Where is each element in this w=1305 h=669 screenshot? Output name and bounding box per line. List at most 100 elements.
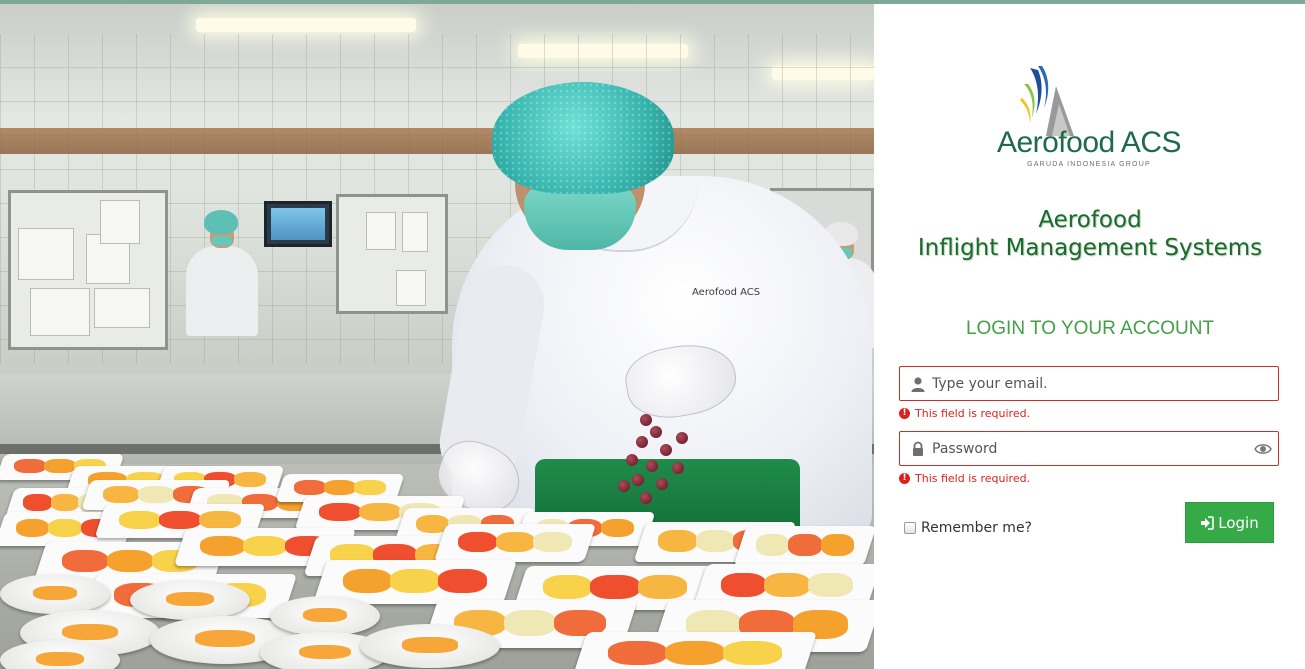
fruit-slice bbox=[234, 471, 266, 487]
remember-me-label: Remember me? bbox=[921, 520, 1032, 536]
fruit-slice bbox=[102, 486, 140, 503]
password-field-wrapper bbox=[899, 431, 1279, 466]
ceiling-lamp bbox=[196, 18, 416, 32]
fruit-slice bbox=[359, 502, 401, 522]
password-error-text: This field is required. bbox=[915, 472, 1031, 485]
grape bbox=[626, 454, 638, 466]
fruit-slice bbox=[199, 510, 241, 530]
sign-in-icon bbox=[1201, 515, 1215, 530]
exclamation-circle-icon: ! bbox=[899, 408, 910, 419]
fruit-slice bbox=[14, 459, 46, 474]
fruit-slice bbox=[665, 640, 725, 665]
fruit-slice bbox=[61, 550, 109, 572]
fruit-slice bbox=[495, 531, 535, 553]
login-heading: LOGIN TO YOUR ACCOUNT bbox=[965, 318, 1215, 339]
login-button[interactable]: Login bbox=[1185, 502, 1274, 543]
email-field-wrapper bbox=[899, 366, 1279, 401]
notice-paper bbox=[100, 200, 140, 244]
fruit-slice bbox=[720, 572, 767, 597]
fruit-slice bbox=[342, 568, 393, 593]
grape bbox=[632, 474, 644, 486]
chef-face-mask bbox=[524, 186, 636, 250]
notice-paper bbox=[396, 270, 426, 306]
brand-group: GARUDA INDONESIA GROUP bbox=[1027, 161, 1151, 168]
fruit-slice bbox=[15, 518, 50, 538]
grape bbox=[660, 444, 672, 456]
kitchen-photo: Aerofood ACS bbox=[0, 4, 874, 669]
grape bbox=[650, 426, 662, 438]
fruit-slice bbox=[458, 531, 497, 553]
fruit-slice bbox=[504, 609, 556, 636]
fruit-slice bbox=[23, 494, 52, 511]
chef-logo-patch: Aerofood ACS bbox=[692, 287, 761, 298]
fruit-slice bbox=[807, 572, 854, 597]
app-title: Aerofood Inflight Management Systems bbox=[880, 206, 1300, 262]
fruit-slice bbox=[319, 502, 361, 522]
email-error: ! This field is required. bbox=[899, 407, 1030, 420]
chef-hairnet bbox=[492, 82, 674, 194]
fruit-slice bbox=[44, 459, 76, 474]
fruit-slice bbox=[437, 568, 488, 593]
fruit-slice bbox=[195, 630, 255, 648]
fruit-slice bbox=[788, 534, 822, 556]
fruit-slice bbox=[137, 486, 175, 503]
notice-paper bbox=[366, 212, 396, 250]
email-error-text: This field is required. bbox=[915, 407, 1031, 420]
lock-icon bbox=[913, 441, 923, 456]
fruit-slice bbox=[106, 550, 154, 572]
fruit-slice bbox=[294, 479, 326, 495]
fruit-slice bbox=[542, 574, 593, 599]
fruit-slice bbox=[62, 623, 118, 640]
remember-me[interactable]: Remember me? bbox=[904, 520, 1032, 536]
wall-monitor bbox=[264, 201, 332, 247]
grape bbox=[676, 432, 688, 444]
login-button-label: Login bbox=[1218, 513, 1259, 532]
fruit-slice bbox=[402, 637, 458, 653]
fruit-slice bbox=[658, 530, 697, 552]
grape bbox=[656, 478, 668, 490]
notice-paper bbox=[402, 212, 428, 252]
user-icon bbox=[911, 377, 925, 392]
eye-icon[interactable] bbox=[1254, 442, 1272, 456]
fruit-slice bbox=[50, 494, 80, 511]
grape bbox=[646, 460, 658, 472]
remember-me-checkbox[interactable] bbox=[904, 522, 916, 534]
grape bbox=[618, 480, 630, 492]
grape bbox=[640, 492, 652, 504]
fruit-slice bbox=[324, 479, 356, 495]
fruit-slice bbox=[159, 510, 201, 530]
wall-wood-band bbox=[0, 128, 874, 154]
fruit-slice bbox=[600, 518, 635, 538]
fruit-slice bbox=[390, 568, 440, 593]
notice-paper bbox=[30, 288, 90, 336]
app-title-line1: Aerofood bbox=[1038, 207, 1142, 233]
fruit-slice bbox=[33, 586, 77, 600]
exclamation-circle-icon: ! bbox=[899, 473, 910, 484]
fruit-slice bbox=[533, 531, 572, 553]
email-input[interactable] bbox=[932, 367, 1252, 400]
fruit-slice bbox=[637, 574, 688, 599]
fruit-slice bbox=[48, 518, 82, 538]
fruit-slice bbox=[755, 534, 790, 556]
fruit-slice bbox=[820, 534, 855, 556]
fruit-slice bbox=[303, 608, 347, 622]
fruit-slice bbox=[36, 652, 84, 666]
grape bbox=[640, 414, 652, 426]
app-title-line2: Inflight Management Systems bbox=[917, 235, 1263, 261]
password-input[interactable] bbox=[932, 432, 1252, 465]
notice-paper bbox=[94, 288, 150, 328]
grape bbox=[636, 436, 648, 448]
fruit-slice bbox=[119, 510, 161, 530]
fruit-slice bbox=[166, 592, 214, 606]
fruit-slice bbox=[299, 644, 351, 660]
fruit-slice bbox=[607, 640, 668, 665]
fruit-slice bbox=[722, 640, 783, 665]
password-error: ! This field is required. bbox=[899, 472, 1030, 485]
fruit-slice bbox=[764, 572, 810, 597]
brand-name: Aerofood ACS bbox=[996, 126, 1182, 159]
grape bbox=[672, 462, 684, 474]
fruit-slice bbox=[242, 535, 288, 557]
fruit-slice bbox=[354, 479, 386, 495]
notice-paper bbox=[18, 228, 74, 280]
fruit-slice bbox=[200, 535, 245, 557]
